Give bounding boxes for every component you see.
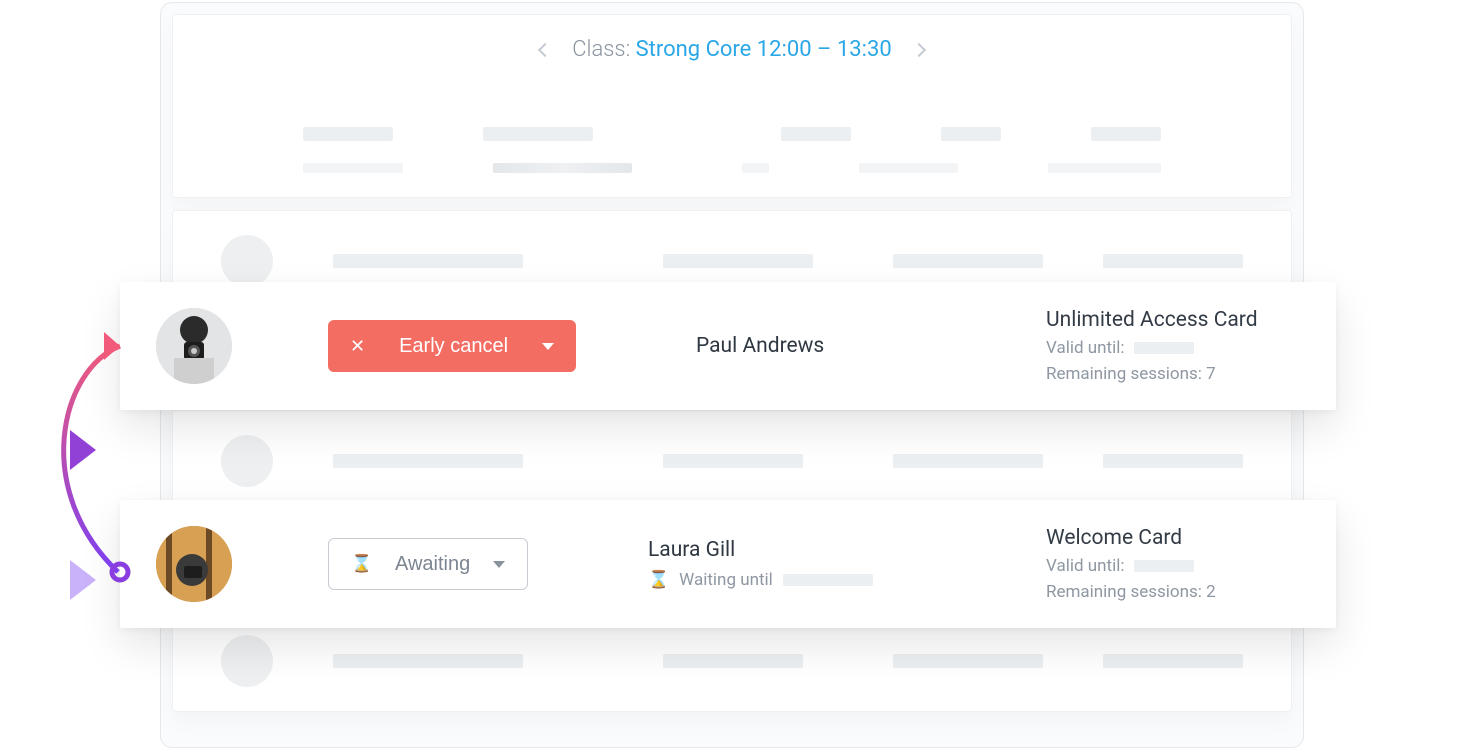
hourglass-icon: ⌛ — [648, 570, 669, 590]
placeholder — [1103, 254, 1243, 268]
placeholder — [1134, 342, 1194, 354]
avatar-placeholder — [221, 235, 273, 287]
placeholder — [781, 127, 851, 141]
next-class-button[interactable] — [912, 42, 926, 56]
placeholder — [859, 163, 959, 173]
attendee-name: Laura Gill — [648, 538, 928, 562]
attendee-name-col: Paul Andrews — [696, 334, 976, 358]
placeholder — [303, 163, 403, 173]
avatar — [156, 526, 232, 602]
attendee-card: ✕ Early cancel Paul Andrews Unlimited Ac… — [120, 282, 1336, 410]
membership-title: Welcome Card — [1046, 526, 1296, 550]
status-select-early-cancel[interactable]: ✕ Early cancel — [328, 320, 576, 372]
status-label: Awaiting — [395, 553, 470, 576]
placeholder — [663, 254, 813, 268]
status-select-awaiting[interactable]: ⌛ Awaiting — [328, 538, 528, 590]
class-title: Class: Strong Core 12:00 – 13:30 — [572, 37, 891, 62]
remaining-label: Remaining sessions: 7 — [1046, 364, 1216, 384]
close-icon: ✕ — [350, 337, 365, 355]
valid-until-label: Valid until: — [1046, 338, 1124, 358]
prev-class-button[interactable] — [538, 42, 552, 56]
hourglass-icon: ⌛ — [351, 554, 372, 574]
placeholder — [742, 163, 769, 173]
chevron-down-icon — [542, 343, 554, 350]
class-label: Class: — [572, 37, 635, 62]
chevron-down-icon — [493, 561, 505, 568]
attendee-name-col: Laura Gill ⌛ Waiting until — [648, 538, 928, 590]
status-label: Early cancel — [399, 335, 508, 358]
avatar-placeholder — [221, 635, 273, 687]
placeholder — [941, 127, 1001, 141]
placeholder — [663, 454, 803, 468]
membership-col: Welcome Card Valid until: Remaining sess… — [1046, 526, 1296, 602]
placeholder — [893, 454, 1043, 468]
placeholder — [333, 654, 523, 668]
placeholder — [303, 127, 393, 141]
valid-until-label: Valid until: — [1046, 556, 1124, 576]
placeholder — [783, 574, 873, 586]
attendee-name: Paul Andrews — [696, 334, 976, 358]
placeholder — [333, 454, 523, 468]
placeholder — [333, 254, 523, 268]
placeholder — [493, 163, 632, 173]
attendee-card: ⌛ Awaiting Laura Gill ⌛ Waiting until We… — [120, 500, 1336, 628]
placeholder — [1103, 454, 1243, 468]
avatar — [156, 308, 232, 384]
membership-title: Unlimited Access Card — [1046, 308, 1296, 332]
list-item — [173, 411, 1291, 511]
placeholder — [1091, 127, 1161, 141]
placeholder — [483, 127, 593, 141]
avatar-placeholder — [221, 435, 273, 487]
placeholder — [893, 654, 1043, 668]
class-header: Class: Strong Core 12:00 – 13:30 — [172, 14, 1292, 198]
placeholder — [663, 654, 803, 668]
remaining-label: Remaining sessions: 2 — [1046, 582, 1216, 602]
membership-col: Unlimited Access Card Valid until: Remai… — [1046, 308, 1296, 384]
placeholder — [1134, 560, 1194, 572]
placeholder — [893, 254, 1043, 268]
placeholder — [1048, 163, 1161, 173]
placeholder — [1103, 654, 1243, 668]
class-name: Strong Core 12:00 – 13:30 — [636, 37, 892, 62]
waiting-until-label: Waiting until — [679, 570, 773, 590]
